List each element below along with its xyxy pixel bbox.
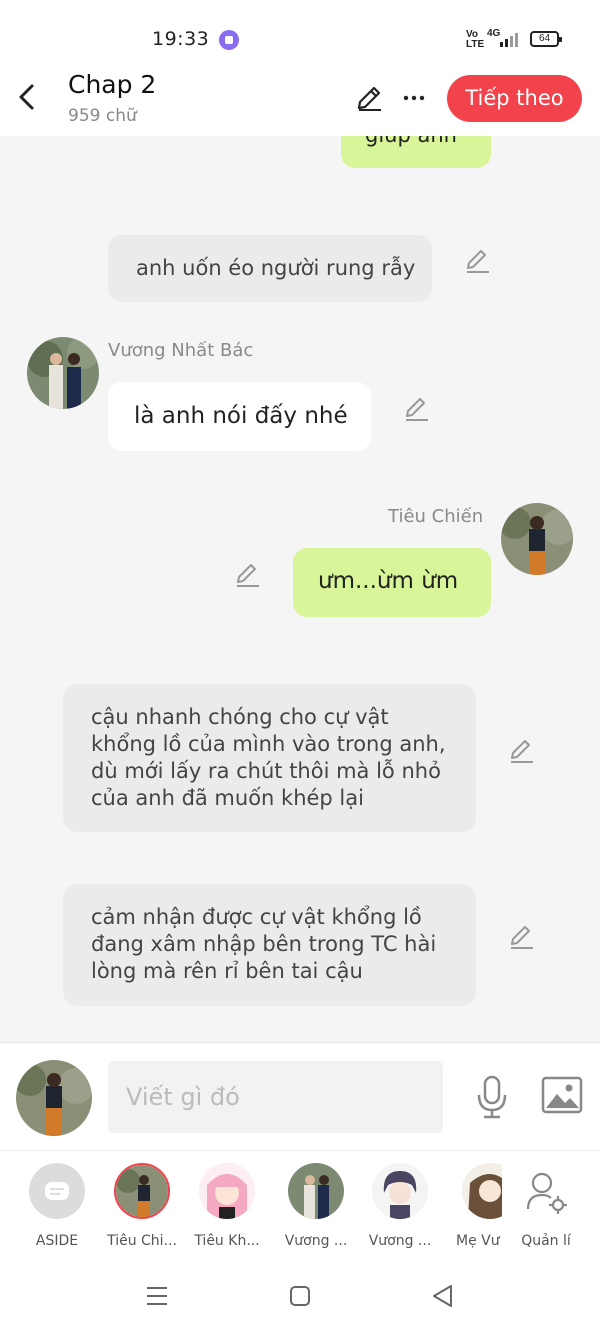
edit-message-button[interactable] xyxy=(508,737,536,765)
character-vuong-1[interactable]: Vương ... xyxy=(275,1163,357,1249)
pencil-icon xyxy=(467,250,489,273)
image-icon xyxy=(541,1076,583,1114)
aside-avatar xyxy=(29,1163,85,1219)
sender-name: Vương Nhất Bác xyxy=(108,340,254,361)
character-aside[interactable]: ASIDE xyxy=(16,1163,98,1249)
pencil-icon xyxy=(511,740,533,763)
avatar-tieu-chien[interactable] xyxy=(501,503,573,575)
character-manage[interactable]: Quản lí xyxy=(505,1163,587,1249)
character-label: Tiêu Kh... xyxy=(194,1233,260,1249)
pencil-icon xyxy=(406,398,428,421)
avatar-vuong-nhat-bac[interactable] xyxy=(27,337,99,409)
avatar-photo xyxy=(16,1060,92,1136)
composer-bar xyxy=(0,1042,600,1150)
edit-message-button[interactable] xyxy=(403,395,431,423)
message-text: giúp anh xyxy=(365,136,457,147)
message-text: ưm...ừm ừm xyxy=(318,568,459,594)
character-label: Vương ... xyxy=(284,1233,348,1249)
character-avatar xyxy=(288,1163,344,1219)
more-icon xyxy=(403,95,425,101)
insert-image-button[interactable] xyxy=(541,1076,583,1114)
edit-message-button[interactable] xyxy=(508,923,536,951)
aside-message[interactable]: cậu nhanh chóng cho cự vật khổng lồ của … xyxy=(63,684,476,832)
voice-input-button[interactable] xyxy=(474,1074,510,1120)
back-arrow-icon xyxy=(19,84,34,110)
battery-icon: 64 xyxy=(530,31,562,47)
microphone-icon xyxy=(477,1075,507,1119)
avatar-photo xyxy=(501,503,573,575)
message-text: cảm nhận được cự vật khổng lồ đang xâm n… xyxy=(91,905,437,983)
notification-icon xyxy=(219,30,239,50)
character-vuong-2[interactable]: Vương ... xyxy=(359,1163,441,1249)
character-label: Vương ... xyxy=(368,1233,432,1249)
home-nav-button[interactable] xyxy=(288,1284,312,1308)
message-input-wrapper xyxy=(108,1061,443,1133)
status-time: 19:33 xyxy=(152,28,210,50)
back-triangle-icon xyxy=(433,1285,452,1307)
next-chapter-button[interactable]: Tiếp theo xyxy=(447,75,582,122)
manage-icon-wrapper xyxy=(518,1163,574,1219)
character-tieu-chien[interactable]: Tiêu Chi... xyxy=(101,1163,183,1249)
message-bubble-partial[interactable]: giúp anh xyxy=(341,136,491,168)
word-count: 959 chữ xyxy=(68,106,137,126)
chat-area[interactable]: giúp anh anh uốn éo người rung rẫy Vương… xyxy=(0,136,600,1042)
back-nav-button[interactable] xyxy=(430,1283,456,1309)
character-avatar xyxy=(114,1163,170,1219)
message-bubble-left[interactable]: là anh nói đấy nhé xyxy=(108,382,371,451)
avatar-photo xyxy=(27,337,99,409)
more-options-button[interactable] xyxy=(400,84,428,112)
top-header: Chap 2 959 chữ Tiếp theo xyxy=(0,60,600,136)
system-nav-bar xyxy=(0,1260,600,1333)
character-label: Quản lí xyxy=(521,1233,571,1249)
current-speaker-avatar[interactable] xyxy=(16,1060,92,1136)
character-selector: ASIDE Tiêu Chi... Tiêu Kh... Vương ... V… xyxy=(0,1150,600,1260)
menu-icon xyxy=(147,1287,167,1305)
home-icon xyxy=(290,1286,310,1306)
chat-bubble-icon xyxy=(45,1182,69,1200)
menu-nav-button[interactable] xyxy=(144,1284,170,1308)
signal-icon xyxy=(500,31,520,47)
character-avatar xyxy=(199,1163,255,1219)
message-text: anh uốn éo người rung rẫy xyxy=(136,256,416,280)
network-type: 4G xyxy=(487,28,501,39)
aside-message[interactable]: cảm nhận được cự vật khổng lồ đang xâm n… xyxy=(63,884,476,1006)
sender-name: Tiêu Chiến xyxy=(388,506,484,527)
chapter-title: Chap 2 xyxy=(68,70,157,99)
character-avatar xyxy=(372,1163,428,1219)
character-label: Mẹ Vư xyxy=(456,1233,500,1249)
pencil-icon xyxy=(511,926,533,949)
edit-chapter-button[interactable] xyxy=(355,84,383,112)
message-text: là anh nói đấy nhé xyxy=(134,403,348,429)
character-label: Tiêu Chi... xyxy=(107,1233,177,1249)
pencil-icon xyxy=(237,564,259,587)
message-text: cậu nhanh chóng cho cự vật khổng lồ của … xyxy=(91,705,446,810)
aside-message[interactable]: anh uốn éo người rung rẫy xyxy=(108,235,432,302)
message-bubble-right[interactable]: ưm...ừm ừm xyxy=(293,548,491,617)
character-label: ASIDE xyxy=(35,1233,79,1249)
edit-message-button[interactable] xyxy=(464,247,492,275)
volte-icon: Vo LTE xyxy=(466,29,485,50)
message-input[interactable] xyxy=(108,1061,443,1133)
character-tieu-kh[interactable]: Tiêu Kh... xyxy=(186,1163,268,1249)
edit-message-button[interactable] xyxy=(234,561,262,589)
character-avatar xyxy=(462,1163,502,1219)
character-me-vuong[interactable]: Mẹ Vư xyxy=(440,1163,502,1249)
back-button[interactable] xyxy=(14,82,40,112)
user-settings-icon xyxy=(526,1172,567,1214)
pencil-icon xyxy=(357,86,381,111)
